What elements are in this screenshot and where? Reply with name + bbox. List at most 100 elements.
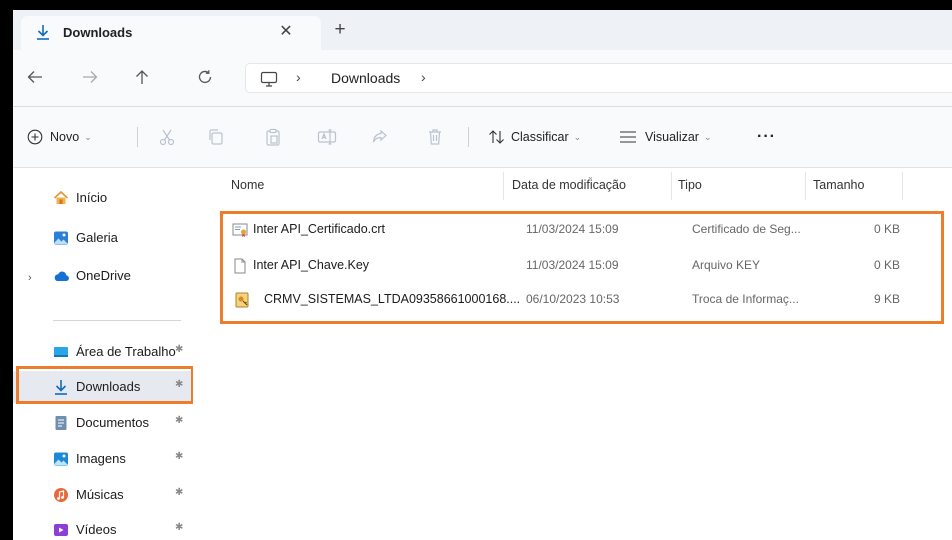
nav-item-documents[interactable]: Documentos ✱ [13,407,193,439]
rename-button[interactable] [317,107,337,167]
close-tab-icon[interactable]: ✕ [276,21,296,41]
generic-file-icon [234,258,246,274]
cut-button[interactable] [158,107,176,167]
tab-downloads[interactable]: Downloads ✕ [21,16,321,50]
pin-icon: ✱ [175,487,184,498]
nav-label: Galeria [76,230,118,245]
share-icon [372,129,387,143]
nav-label: Área de Trabalho [76,344,176,359]
clipboard-icon [266,128,280,146]
file-date: 06/10/2023 10:53 [526,292,620,306]
tab-strip: Downloads ✕ + [13,10,952,50]
column-header-type[interactable]: Tipo [678,178,702,192]
share-button[interactable] [371,107,389,167]
file-size: 0 KB [873,258,900,272]
document-icon [55,416,67,430]
nav-item-videos[interactable]: Vídeos ✱ [13,514,193,540]
nav-label: Imagens [76,451,126,466]
address-row: › Downloads › [13,50,952,106]
file-explorer-window: Downloads ✕ + › Downloads › Novo ⌄ Class… [13,10,952,540]
breadcrumb-downloads[interactable]: Downloads [331,70,400,86]
copy-button[interactable] [207,107,225,167]
pin-icon: ✱ [175,344,184,355]
nav-item-music[interactable]: Músicas ✱ [13,479,193,511]
column-divider [503,172,504,200]
plus-circle-icon [27,129,43,145]
personal-info-exchange-icon [235,292,249,308]
tab-title: Downloads [63,25,133,40]
table-row[interactable]: Inter API_Certificado.crt 11/03/2024 15:… [220,216,920,244]
column-header-name[interactable]: Nome [231,178,264,192]
nav-item-pictures[interactable]: Imagens ✱ [13,443,193,475]
pin-icon: ✱ [175,415,184,426]
file-name: Inter API_Certificado.crt [253,222,386,236]
back-button[interactable] [21,64,49,90]
pin-icon: ✱ [175,451,184,462]
forward-button[interactable] [76,64,104,90]
nav-label: Início [76,190,108,205]
video-icon [54,524,68,536]
arrow-up-icon [136,70,148,84]
column-header-date[interactable]: Data de modificação [512,178,626,192]
more-options-button[interactable]: ··· [757,107,776,167]
view-label: Visualizar [645,130,699,144]
copy-icon [209,129,223,145]
table-row[interactable]: CRMV_SISTEMAS_LTDA09358661000168.... 06/… [220,286,920,314]
new-tab-button[interactable]: + [330,20,350,40]
command-bar: Novo ⌄ Classificar ⌄ Visualizar ⌄ ··· [13,107,952,167]
nav-label: Documentos [76,415,149,430]
sort-icon [489,130,504,144]
nav-item-desktop[interactable]: Área de Trabalho ✱ [13,336,193,368]
table-row[interactable]: Inter API_Chave.Key 11/03/2024 15:09 Arq… [220,252,920,280]
pin-icon: ✱ [175,522,184,533]
pin-icon: ✱ [175,379,184,390]
arrow-left-icon [27,71,42,83]
desktop-icon [54,347,68,357]
address-bar[interactable]: › Downloads › [245,63,952,93]
file-size: 9 KB [873,292,900,306]
gallery-icon [54,231,68,245]
nav-item-home[interactable]: Início [13,182,193,214]
breadcrumb-separator[interactable]: › [421,69,426,85]
file-type: Arquivo KEY [692,258,761,272]
trash-icon [429,129,441,145]
delete-button[interactable] [427,107,443,167]
divider [53,320,181,321]
column-divider [902,172,903,200]
paste-button[interactable] [264,107,282,167]
music-icon [54,488,68,502]
nav-label: Vídeos [76,522,117,537]
scissors-icon [159,129,175,146]
up-button[interactable] [128,64,156,90]
monitor-icon [260,71,278,90]
refresh-icon [198,70,212,84]
file-date: 11/03/2024 15:09 [526,258,619,272]
nav-item-onedrive[interactable]: OneDrive [13,260,193,292]
chevron-down-icon: ⌄ [703,131,712,142]
home-icon [53,190,69,204]
nav-label: Músicas [76,487,124,502]
arrow-right-icon [83,71,98,83]
file-name: Inter API_Chave.Key [253,258,370,272]
navigation-pane: Início Galeria › OneDrive Área de Trabal… [13,168,194,540]
pictures-icon [54,452,68,466]
nav-item-gallery[interactable]: Galeria [13,222,193,254]
file-size: 0 KB [873,222,900,236]
refresh-button[interactable] [191,64,219,90]
file-type: Troca de Informaç... [692,292,799,306]
nav-label: Downloads [76,379,141,394]
divider [468,127,469,147]
new-button[interactable]: Novo ⌄ [27,107,92,167]
view-button[interactable]: Visualizar ⌄ [619,107,712,167]
column-divider [671,172,672,200]
nav-item-downloads[interactable]: Downloads ✱ [13,371,193,403]
certificate-icon [232,223,248,237]
new-label: Novo [50,130,80,144]
download-icon [55,380,67,395]
sort-button[interactable]: Classificar ⌄ [488,107,581,167]
column-header-size[interactable]: Tamanho [813,178,864,192]
nav-label: OneDrive [76,268,131,283]
column-divider [805,172,806,200]
rename-icon [317,129,337,145]
breadcrumb-separator[interactable]: › [296,69,301,85]
